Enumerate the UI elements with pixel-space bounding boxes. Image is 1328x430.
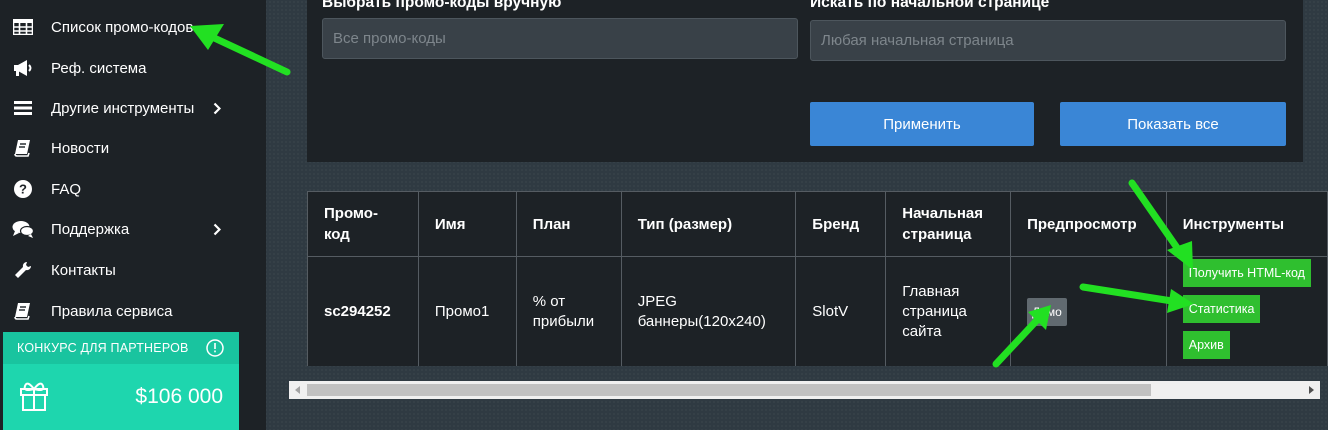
filter-panel: Выбрать промо-коды вручную Искать по нач… (307, 0, 1303, 162)
megaphone-icon (12, 57, 34, 79)
bars-icon (12, 97, 34, 119)
sidebar-item-label: FAQ (51, 180, 82, 198)
sidebar-item-label: Список промо-кодов (51, 18, 194, 36)
cell-plan: % от прибыли (515, 256, 622, 366)
sidebar-item-label: Реф. система (51, 59, 147, 77)
cell-tools: Получить HTML-код Статистика Архив (1165, 256, 1328, 366)
sidebar-item-ref-system[interactable]: Реф. система (0, 48, 266, 88)
tools-group: Получить HTML-код Статистика Архив (1182, 259, 1311, 359)
statistics-button[interactable]: Статистика (1182, 295, 1261, 323)
info-icon[interactable] (206, 339, 224, 362)
gift-icon (19, 379, 49, 416)
partner-contest-banner[interactable]: КОНКУРС ДЛЯ ПАРТНЕРОВ $106 000 (3, 332, 239, 430)
chevron-right-icon (211, 101, 223, 115)
cell-brand: SlotV (795, 256, 887, 366)
sidebar-item-promo-codes[interactable]: Список промо-кодов (0, 7, 266, 47)
table-row: sc294252 Промо1 % от прибыли JPEG баннер… (307, 256, 1328, 366)
question-circle-icon: ? (12, 178, 34, 200)
col-header-promo-code: Промо-код (307, 191, 419, 257)
start-page-label: Искать по начальной странице (810, 0, 1050, 11)
sidebar-item-label: Поддержка (51, 220, 130, 238)
sidebar-item-label: Правила сервиса (51, 302, 173, 320)
col-header-type: Тип (размер) (620, 191, 797, 257)
get-html-code-button[interactable]: Получить HTML-код (1182, 259, 1311, 287)
chevron-right-icon (211, 222, 223, 236)
sidebar-item-label: Другие инструменты (51, 99, 195, 117)
apply-button[interactable]: Применить (810, 102, 1034, 146)
cell-promo-code: sc294252 (307, 256, 419, 366)
cell-type: JPEG баннеры(120x240) (620, 256, 797, 366)
demo-button[interactable]: Демо (1027, 298, 1067, 326)
scroll-right-arrow-icon[interactable] (1306, 385, 1316, 395)
promo-code-select-input[interactable] (322, 18, 798, 59)
table-header-row: Промо-код Имя План Тип (размер) Бренд На… (307, 191, 1328, 257)
wrench-icon (12, 259, 34, 281)
sidebar-item-label: Новости (51, 139, 110, 157)
col-header-preview: Предпросмотр (1010, 191, 1167, 257)
col-header-plan: План (515, 191, 622, 257)
partner-contest-header: КОНКУРС ДЛЯ ПАРТНЕРОВ (3, 332, 239, 364)
table-icon (12, 16, 34, 38)
sidebar-item-contacts[interactable]: Контакты (0, 250, 266, 290)
comments-icon (12, 218, 34, 240)
col-header-name: Имя (417, 191, 517, 257)
book-icon (12, 300, 34, 322)
archive-button[interactable]: Архив (1182, 331, 1230, 359)
col-header-start-page: Начальная страница (885, 191, 1012, 257)
sidebar-item-other-tools[interactable]: Другие инструменты (0, 88, 266, 128)
cell-start-page: Главная страница сайта (885, 256, 1012, 366)
sidebar-item-faq[interactable]: ? FAQ (0, 169, 266, 209)
promo-codes-table: Промо-код Имя План Тип (размер) Бренд На… (307, 191, 1328, 366)
show-all-button[interactable]: Показать все (1060, 102, 1286, 146)
table-horizontal-scrollbar[interactable] (289, 381, 1320, 399)
col-header-brand: Бренд (795, 191, 887, 257)
sidebar-item-label: Контакты (51, 261, 116, 279)
cell-preview: Демо (1010, 256, 1167, 366)
partner-contest-title: КОНКУРС ДЛЯ ПАРТНЕРОВ (17, 341, 189, 355)
start-page-search-input[interactable] (810, 20, 1286, 61)
sidebar: Список промо-кодов Реф. система Другие и… (0, 0, 266, 430)
partner-contest-amount: $106 000 (135, 385, 223, 408)
scrollbar-thumb[interactable] (307, 384, 1151, 396)
sidebar-item-rules[interactable]: Правила сервиса (0, 291, 266, 331)
promo-table-container: Промо-код Имя План Тип (размер) Бренд На… (307, 191, 1328, 366)
svg-text:?: ? (19, 182, 27, 197)
book-icon (12, 137, 34, 159)
sidebar-item-news[interactable]: Новости (0, 128, 266, 168)
cell-name: Промо1 (417, 256, 517, 366)
manual-select-label: Выбрать промо-коды вручную (322, 0, 562, 11)
scroll-left-arrow-icon[interactable] (293, 385, 303, 395)
col-header-tools: Инструменты (1165, 191, 1328, 257)
sidebar-item-support[interactable]: Поддержка (0, 209, 266, 249)
